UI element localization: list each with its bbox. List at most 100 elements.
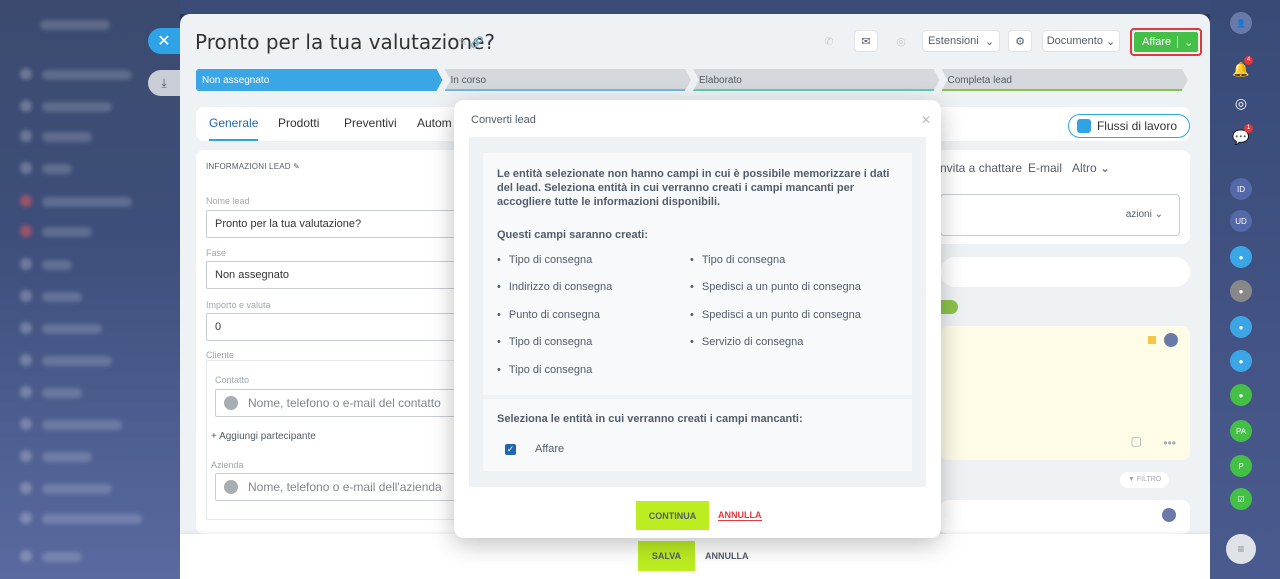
mail-icon[interactable]: ✉: [854, 30, 878, 52]
list-item: Tipo di consegna: [690, 254, 785, 266]
timeline-input[interactable]: [940, 257, 1190, 287]
continue-button[interactable]: CONTINUA: [636, 501, 709, 530]
avatar-initials: P: [1238, 461, 1244, 471]
company-placeholder: Nome, telefono o e-mail dell'azienda: [248, 480, 442, 494]
contact-placeholder: Nome, telefono o e-mail del contatto: [248, 396, 441, 410]
affare-checkbox[interactable]: ✓: [505, 444, 516, 455]
flussi-label: Flussi di lavoro: [1096, 119, 1177, 133]
workflow-icon: [1076, 119, 1091, 133]
menu-icon[interactable]: ≡: [1226, 534, 1256, 564]
field-label: Cliente: [206, 350, 235, 360]
field-label: Importo e valuta: [206, 300, 271, 310]
tab-label: Autom: [417, 116, 452, 130]
chat-badge: 1: [1244, 124, 1253, 133]
settings-gear-icon[interactable]: ⚙: [1008, 30, 1032, 52]
status-tag: [940, 300, 958, 314]
bottom-action-bar: SALVA ANNULLA: [180, 534, 1210, 579]
stage-elaborato[interactable]: Elaborato: [693, 69, 940, 91]
entity-select-section: Seleziona le entità in cui verranno crea…: [483, 399, 912, 471]
chat-group-icon[interactable]: ●: [1230, 350, 1252, 372]
lead-name-field[interactable]: Pronto per la tua valutazione?: [206, 210, 496, 238]
stage-non-assegnato[interactable]: Non assegnato: [196, 69, 443, 91]
list-item: Spedisci a un punto di consegna: [690, 281, 861, 293]
avatar-ud[interactable]: UD: [1230, 210, 1252, 232]
flussi-di-lavoro-button[interactable]: Flussi di lavoro: [1067, 114, 1190, 138]
stage-label: Completa lead: [947, 74, 1012, 86]
amount-field[interactable]: 0: [206, 313, 496, 341]
avatar[interactable]: ●: [1230, 280, 1252, 302]
more-dots-icon[interactable]: •••: [1163, 436, 1176, 450]
stage-completa-lead[interactable]: Completa lead: [942, 69, 1189, 91]
dialog-description: Le entità selezionate non hanno campi in…: [497, 168, 890, 208]
tab-prodotti[interactable]: Prodotti: [278, 107, 319, 141]
chevron-down-icon: ⌄: [1184, 36, 1194, 49]
checkbox-label[interactable]: Affare: [535, 443, 564, 455]
estensioni-label: Estensioni: [927, 35, 979, 47]
close-slider-button[interactable]: ✕: [148, 28, 180, 54]
minimize-slider-button[interactable]: ⤓: [148, 70, 180, 96]
tab-generale[interactable]: Generale: [209, 107, 259, 141]
section-header: INFORMAZIONI LEAD ✎: [206, 162, 301, 171]
phone-icon[interactable]: ✆: [818, 30, 840, 52]
avatar-id[interactable]: ID: [1230, 178, 1252, 200]
chat-icon[interactable]: 💬 1: [1230, 124, 1253, 148]
avatar-pa[interactable]: PA: [1230, 420, 1252, 442]
tab-label: Generale: [209, 116, 259, 130]
email-link[interactable]: E-mail: [1028, 161, 1062, 175]
pulse-icon[interactable]: ◎: [1230, 92, 1252, 114]
more-link[interactable]: Altro ⌄: [1072, 161, 1110, 175]
dialog-title: Converti lead: [471, 114, 536, 126]
invite-chat-link[interactable]: nvita a chattare: [940, 161, 1022, 175]
avatar: [1164, 333, 1178, 347]
stage-label: Elaborato: [699, 74, 742, 86]
task-icon[interactable]: ☑: [1230, 488, 1252, 510]
stage-field[interactable]: Non assegnato: [206, 261, 496, 289]
group-icon[interactable]: ●: [1230, 384, 1252, 406]
avatar-initials: ID: [1237, 184, 1245, 194]
avatar: [1162, 508, 1176, 522]
user-avatar[interactable]: 👤: [1230, 12, 1252, 34]
history-card: [940, 500, 1190, 534]
avatar-p[interactable]: P: [1230, 455, 1252, 477]
list-item: Punto di consegna: [497, 309, 600, 321]
note-card: ▢ •••: [940, 326, 1190, 460]
tab-label: Preventivi: [344, 116, 397, 130]
documento-button[interactable]: Documento ⌄: [1042, 30, 1120, 52]
bell-icon[interactable]: 🔔 4: [1230, 56, 1253, 80]
comment-icon[interactable]: ▢: [1131, 434, 1142, 448]
group-icon[interactable]: ●: [1230, 316, 1252, 338]
group-icon[interactable]: ●: [1230, 246, 1252, 268]
page-title: Pronto per la tua valutazione?: [195, 30, 496, 54]
filter-button[interactable]: ▼ FILTRO: [1120, 472, 1170, 488]
pin-icon: [1148, 336, 1156, 344]
activity-input[interactable]: azioni ⌄: [940, 194, 1180, 236]
field-label: Azienda: [211, 460, 244, 470]
field-label: Nome lead: [206, 196, 250, 206]
stage-label: Non assegnato: [202, 74, 270, 86]
chat-icon[interactable]: ◎: [890, 30, 912, 52]
stage-label: In corso: [450, 74, 487, 86]
minimize-icon: ⤓: [161, 75, 167, 90]
field-label: Fase: [206, 248, 227, 258]
field-label: Contatto: [215, 375, 250, 385]
close-icon[interactable]: ✕: [921, 113, 931, 127]
estensioni-button[interactable]: Estensioni ⌄: [922, 30, 1000, 52]
tab-preventivi[interactable]: Preventivi: [344, 107, 397, 141]
chevron-down-icon: ⌄: [984, 35, 995, 48]
list-item: Tipo di consegna: [497, 364, 592, 376]
actions-dropdown[interactable]: azioni ⌄: [1126, 209, 1163, 220]
edit-icon[interactable]: ✎ 🔗: [458, 36, 484, 49]
chevron-down-icon: ⌄: [1106, 35, 1116, 48]
fields-section: Le entità selezionate non hanno campi in…: [483, 153, 912, 395]
cancel-link[interactable]: ANNULLA: [718, 510, 762, 521]
tab-automazione[interactable]: Autom: [417, 107, 452, 141]
fields-title: Questi campi saranno creati:: [497, 229, 648, 241]
stage-in-corso[interactable]: In corso: [445, 69, 692, 91]
affare-convert-button[interactable]: Affare ⌄: [1130, 28, 1202, 56]
add-participant-link[interactable]: + Aggiungi partecipante: [211, 431, 316, 442]
person-icon: [224, 396, 238, 410]
client-box: Contatto Nome, telefono o e-mail del con…: [206, 360, 505, 520]
save-button[interactable]: SALVA: [638, 541, 695, 571]
cancel-button[interactable]: ANNULLA: [705, 541, 749, 571]
tab-label: Prodotti: [278, 116, 320, 130]
